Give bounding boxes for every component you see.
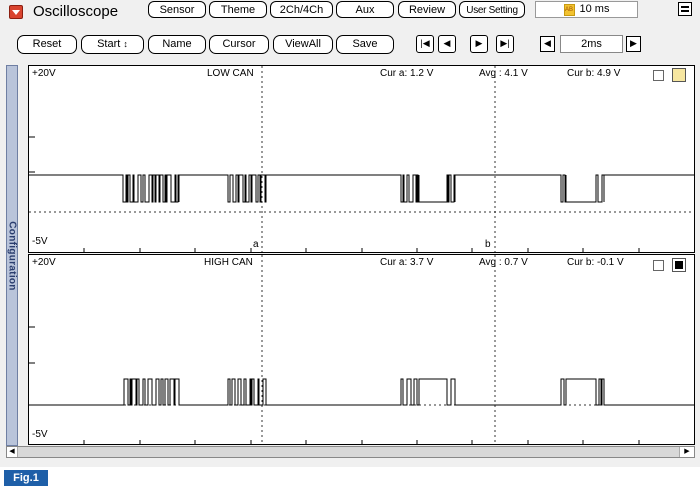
low-can-waveform-area	[29, 66, 694, 252]
review-button[interactable]: Review	[398, 1, 456, 18]
time-display[interactable]: AB 10 ms	[535, 1, 638, 18]
cursor-a-marker: a	[253, 239, 259, 250]
scroll-right-icon[interactable]: ▶	[679, 447, 694, 457]
low-can-channel-plot[interactable]: +20V LOW CAN Cur a: 1.2 V Avg : 4.1 V Cu…	[28, 65, 695, 253]
channel-color-swatch[interactable]	[672, 68, 686, 82]
last-page-icon[interactable]: ▶|	[496, 35, 514, 53]
channel-checkbox[interactable]	[653, 260, 664, 271]
high-can-waveform-area	[29, 255, 694, 444]
cursor-b-marker: b	[485, 239, 491, 250]
scroll-left-icon[interactable]: ◀	[7, 447, 18, 457]
channel-mode-button[interactable]: 2Ch/4Ch	[270, 1, 333, 18]
configuration-tab[interactable]: Configuration	[6, 65, 18, 446]
time-div-value[interactable]: 2ms	[560, 35, 623, 53]
save-button[interactable]: Save	[336, 35, 394, 54]
oscilloscope-window: Oscilloscope Sensor Theme 2Ch/4Ch Aux Re…	[0, 0, 700, 467]
channel-title: LOW CAN	[207, 68, 254, 79]
sensor-button[interactable]: Sensor	[148, 1, 206, 18]
average-readout: Avg : 4.1 V	[479, 68, 528, 79]
app-title: Oscilloscope	[33, 3, 119, 20]
first-page-icon[interactable]: |◀	[416, 35, 434, 53]
next-page-icon[interactable]: ▶	[470, 35, 488, 53]
y-min-label: -5V	[32, 236, 48, 247]
high-can-channel-plot[interactable]: +20V HIGH CAN Cur a: 3.7 V Avg : 0.7 V C…	[28, 254, 695, 445]
cursor-a-readout: Cur a: 3.7 V	[380, 257, 434, 268]
prev-page-icon[interactable]: ◀	[438, 35, 456, 53]
dropdown-menu-icon[interactable]	[9, 5, 23, 19]
updown-arrows-icon: ↕	[123, 39, 128, 49]
cursor-button[interactable]: Cursor	[209, 35, 269, 54]
view-all-button[interactable]: ViewAll	[273, 35, 333, 54]
name-button[interactable]: Name	[148, 35, 206, 54]
y-min-label: -5V	[32, 429, 48, 440]
channel-color-swatch[interactable]	[672, 258, 686, 272]
y-max-label: +20V	[32, 257, 56, 268]
cursor-a-readout: Cur a: 1.2 V	[380, 68, 434, 79]
figure-label: Fig.1	[4, 470, 48, 486]
scroll-track[interactable]	[18, 447, 679, 457]
channel-title: HIGH CAN	[204, 257, 253, 268]
cursor-b-readout: Cur b: -0.1 V	[567, 257, 624, 268]
time-div-decrease-icon[interactable]: ◀	[540, 36, 555, 52]
start-button-label: Start	[97, 38, 121, 50]
y-max-label: +20V	[32, 68, 56, 79]
waveform-trace	[29, 378, 694, 406]
reset-button[interactable]: Reset	[17, 35, 77, 54]
window-menu-icon[interactable]	[678, 2, 692, 16]
channel-checkbox[interactable]	[653, 70, 664, 81]
start-button[interactable]: Start ↕	[81, 35, 144, 54]
configuration-tab-label: Configuration	[6, 220, 18, 291]
time-display-value: 10 ms	[579, 3, 610, 15]
cursor-b-readout: Cur b: 4.9 V	[567, 68, 621, 79]
timer-icon: AB	[563, 3, 575, 16]
theme-button[interactable]: Theme	[209, 1, 267, 18]
waveform-trace	[29, 174, 694, 203]
average-readout: Avg : 0.7 V	[479, 257, 528, 268]
aux-button[interactable]: Aux	[336, 1, 394, 18]
user-setting-button[interactable]: User Setting	[459, 1, 525, 18]
horizontal-scrollbar[interactable]: ◀ ▶	[6, 446, 695, 458]
time-div-increase-icon[interactable]: ▶	[626, 36, 641, 52]
